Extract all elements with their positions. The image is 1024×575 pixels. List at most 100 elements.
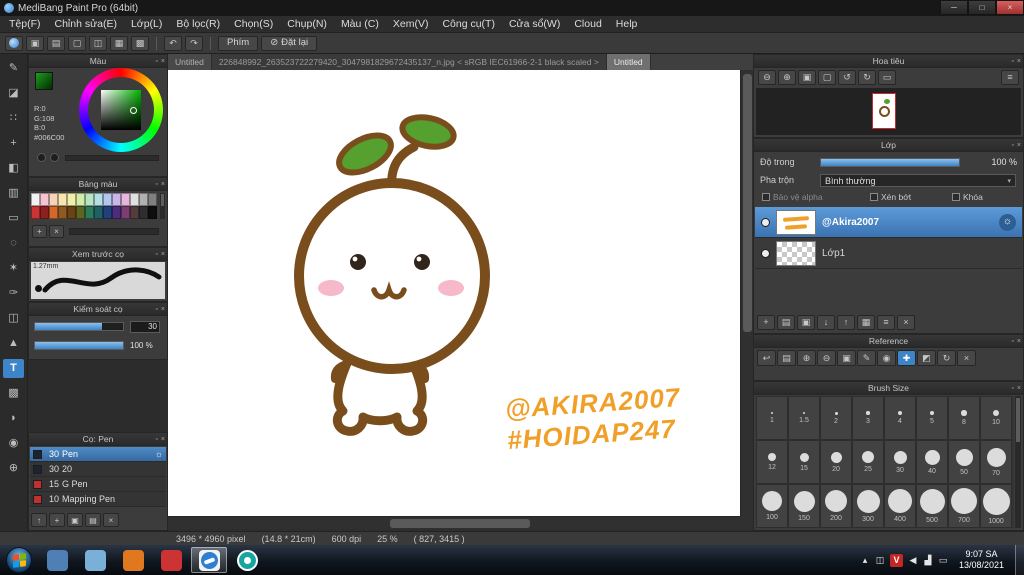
lasso-tool[interactable]: ◌	[3, 234, 24, 253]
brush-opacity-slider[interactable]	[34, 341, 124, 350]
move-layer-up-icon[interactable]: ↑	[837, 315, 855, 330]
brush-size-cell[interactable]: 1000	[980, 484, 1012, 528]
close-icon[interactable]: ×	[1017, 335, 1021, 348]
delete-layer-icon[interactable]: ×	[897, 315, 915, 330]
horizontal-scroll-thumb[interactable]	[390, 519, 530, 528]
undo-icon[interactable]: ↶	[164, 35, 182, 51]
rotate-cw-icon[interactable]: ↻	[858, 70, 876, 85]
ref-open-icon[interactable]: ▤	[777, 350, 796, 366]
palette-swatch[interactable]	[130, 206, 139, 219]
palette-swatch[interactable]	[67, 206, 76, 219]
close-icon[interactable]: ×	[161, 433, 165, 446]
ref-eyedropper-icon[interactable]: ◉	[877, 350, 896, 366]
brush-size-value[interactable]: 30	[130, 321, 160, 333]
popout-icon[interactable]: ▫	[1011, 139, 1013, 152]
brush-size-cell[interactable]: 500	[916, 484, 948, 528]
ref-undo-icon[interactable]: ↩	[757, 350, 776, 366]
select-eraser-tool[interactable]: ◫	[3, 309, 24, 328]
brush-size-cell[interactable]: 15	[788, 440, 820, 484]
palette-swatch[interactable]	[139, 206, 148, 219]
palette-swatch[interactable]	[94, 193, 103, 206]
select-tool[interactable]: ▭	[3, 209, 24, 228]
brush-size-cell[interactable]: 12	[756, 440, 788, 484]
navigator-preview-area[interactable]	[756, 88, 1021, 135]
brush-folder-icon[interactable]: ▤	[85, 513, 101, 527]
menu-item[interactable]: Cửa sổ(W)	[502, 17, 567, 31]
brush-size-cell[interactable]: 3	[852, 396, 884, 440]
blend-mode-select[interactable]: Bình thường ▾	[820, 174, 1016, 187]
palette-swatch[interactable]	[49, 193, 58, 206]
taskbar-app-1[interactable]	[39, 547, 75, 573]
close-icon[interactable]: ×	[161, 178, 165, 191]
popout-icon[interactable]: ▫	[1011, 55, 1013, 68]
color-wheel[interactable]	[79, 68, 163, 152]
layer-folder-icon[interactable]: ▦	[857, 315, 875, 330]
brush-size-cell[interactable]: 50	[948, 440, 980, 484]
brush-row[interactable]: 30 Pen ☼	[30, 447, 166, 462]
brush-size-cell[interactable]: 70	[980, 440, 1012, 484]
palette-swatch[interactable]	[121, 206, 130, 219]
menu-item[interactable]: Chỉnh sửa(E)	[48, 17, 124, 31]
brush-size-cell[interactable]: 150	[788, 484, 820, 528]
minimize-button[interactable]: ─	[940, 0, 968, 15]
palette-swatch[interactable]	[94, 206, 103, 219]
saturation-value-square[interactable]	[101, 90, 141, 130]
popout-icon[interactable]: ▫	[155, 178, 157, 191]
hand-tool[interactable]: ◉	[3, 434, 24, 453]
color-history-dot[interactable]	[37, 153, 46, 162]
popout-icon[interactable]: ▫	[155, 248, 157, 261]
fill-tool[interactable]: ◧	[3, 159, 24, 178]
brush-size-cell[interactable]: 700	[948, 484, 980, 528]
select-pen-tool[interactable]: ✑	[3, 284, 24, 303]
palette-swatch[interactable]	[40, 206, 49, 219]
close-button[interactable]: ×	[996, 0, 1024, 15]
start-button[interactable]	[6, 547, 32, 573]
phim-button[interactable]: Phím	[218, 35, 259, 51]
ref-lock-icon[interactable]: ◩	[917, 350, 936, 366]
color-bar-groove[interactable]	[65, 155, 159, 161]
menu-item[interactable]: Chọn(S)	[227, 17, 280, 31]
close-icon[interactable]: ×	[161, 303, 165, 316]
brush-size-cell[interactable]: 300	[852, 484, 884, 528]
palette-swatch[interactable]	[121, 193, 130, 206]
palette-swatch[interactable]	[103, 206, 112, 219]
palette-swatch[interactable]	[49, 206, 58, 219]
palette-scroll-thumb[interactable]	[161, 194, 164, 206]
navigator-menu-icon[interactable]: ≡	[1001, 70, 1019, 85]
redo-icon[interactable]: ↷	[185, 35, 203, 51]
palette-swatch[interactable]	[40, 193, 49, 206]
popout-icon[interactable]: ▫	[1011, 382, 1013, 395]
brush-size-slider[interactable]	[34, 322, 124, 331]
zoom-in-icon[interactable]: ⊕	[778, 70, 796, 85]
navigator-thumbnail[interactable]	[872, 93, 896, 129]
document-tab[interactable]: 226848992_263523722279420_30479818296724…	[211, 54, 607, 70]
taskbar-app-4[interactable]	[153, 547, 189, 573]
taskbar-clock[interactable]: 9:07 SA 13/08/2021	[953, 549, 1010, 571]
layer-settings-icon[interactable]: ≡	[877, 315, 895, 330]
brush-row[interactable]: 15 G Pen ☼	[30, 477, 166, 492]
palette-swatch[interactable]	[85, 206, 94, 219]
palette-swatch[interactable]	[112, 193, 121, 206]
canvas-vertical-scrollbar[interactable]	[740, 70, 753, 516]
palette-swatch[interactable]	[58, 193, 67, 206]
show-desktop-button[interactable]	[1015, 545, 1024, 575]
brush-row[interactable]: 30 20 ☼	[30, 462, 166, 477]
operation-tool[interactable]: ▲	[3, 334, 24, 353]
duplicate-brush-icon[interactable]: ▣	[67, 513, 83, 527]
close-icon[interactable]: ×	[161, 55, 165, 68]
menu-item[interactable]: Help	[609, 17, 645, 31]
palette-delete-icon[interactable]: ×	[49, 225, 64, 238]
palette-swatch[interactable]	[31, 193, 40, 206]
brush-up-icon[interactable]: ↑	[31, 513, 47, 527]
popout-icon[interactable]: ▫	[155, 303, 157, 316]
brush-size-cell[interactable]: 4	[884, 396, 916, 440]
close-icon[interactable]: ×	[161, 248, 165, 261]
ref-pencil-icon[interactable]: ✎	[857, 350, 876, 366]
materials-icon[interactable]: ▩	[131, 35, 149, 51]
close-icon[interactable]: ×	[1017, 382, 1021, 395]
display-icon[interactable]: ◫	[89, 35, 107, 51]
grid-icon[interactable]: ▦	[110, 35, 128, 51]
palette-swatch[interactable]	[85, 193, 94, 206]
menu-item[interactable]: Màu (C)	[334, 17, 386, 31]
palette-scrollbar[interactable]	[160, 193, 165, 219]
